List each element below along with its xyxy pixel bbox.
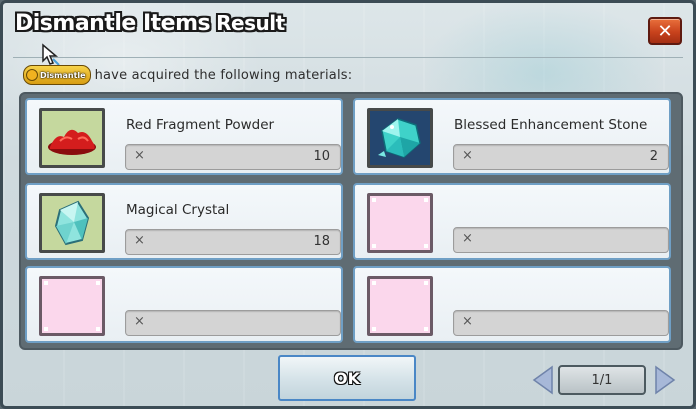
acquired-message-row: Dismantle have acquired the following ma… [23,65,352,85]
quantity-field: × 10 [125,144,341,170]
acquired-message: have acquired the following materials: [94,67,353,83]
material-icon-frame [367,108,433,168]
red-powder-icon [48,129,96,155]
title-main: Dismantle Items [15,11,211,36]
empty-slot-icon [39,276,105,336]
material-slot-4[interactable]: × [353,183,671,260]
material-icon-frame [39,193,105,253]
material-name: Magical Crystal [126,202,230,218]
material-icon-frame [39,108,105,168]
dismantle-result-window: Dismantle Items Result ✕ Dismantle have a… [0,0,696,409]
quantity-field: × 2 [453,144,669,170]
arrow-left-icon [532,365,553,395]
empty-slot-icon [367,276,433,336]
title-sub: Result [216,11,285,35]
badge-label: Dismantle [40,70,86,80]
dismantle-badge: Dismantle [23,65,91,85]
quantity-value: 18 [313,234,330,249]
material-slot-3[interactable]: Magical Crystal × 18 [25,183,343,260]
arrow-right-icon [655,365,676,395]
material-slot-6[interactable]: × [353,266,671,343]
page-indicator-text: 1/1 [591,372,613,388]
quantity-field: × [125,310,341,336]
window-title: Dismantle Items Result [15,11,285,36]
quantity-value: 2 [649,149,658,164]
multiply-icon: × [462,148,473,163]
next-page-button[interactable] [654,365,676,399]
quantity-field: × [453,310,669,336]
close-button[interactable]: ✕ [648,17,682,45]
quantity-value: 10 [313,149,330,164]
close-icon: ✕ [657,20,673,42]
quantity-field: × 18 [125,229,341,255]
material-slot-5[interactable]: × [25,266,343,343]
multiply-icon: × [134,233,145,248]
prev-page-button[interactable] [532,365,554,399]
multiply-icon: × [462,314,473,329]
crystal-icon [54,200,90,246]
material-name: Red Fragment Powder [126,117,275,133]
ok-label: OK [334,368,360,388]
material-slot-1[interactable]: Red Fragment Powder × 10 [25,98,343,175]
empty-slot-icon [367,193,433,253]
multiply-icon: × [134,314,145,329]
multiply-icon: × [134,148,145,163]
ok-button[interactable]: OK [278,355,416,401]
title-divider [13,57,683,58]
material-name: Blessed Enhancement Stone [454,117,648,133]
multiply-icon: × [462,231,473,246]
material-slot-2[interactable]: Blessed Enhancement Stone × 2 [353,98,671,175]
enhancement-stone-icon [370,111,430,165]
page-indicator: 1/1 [558,365,646,395]
quantity-field: × [453,227,669,253]
coin-icon [26,69,38,81]
